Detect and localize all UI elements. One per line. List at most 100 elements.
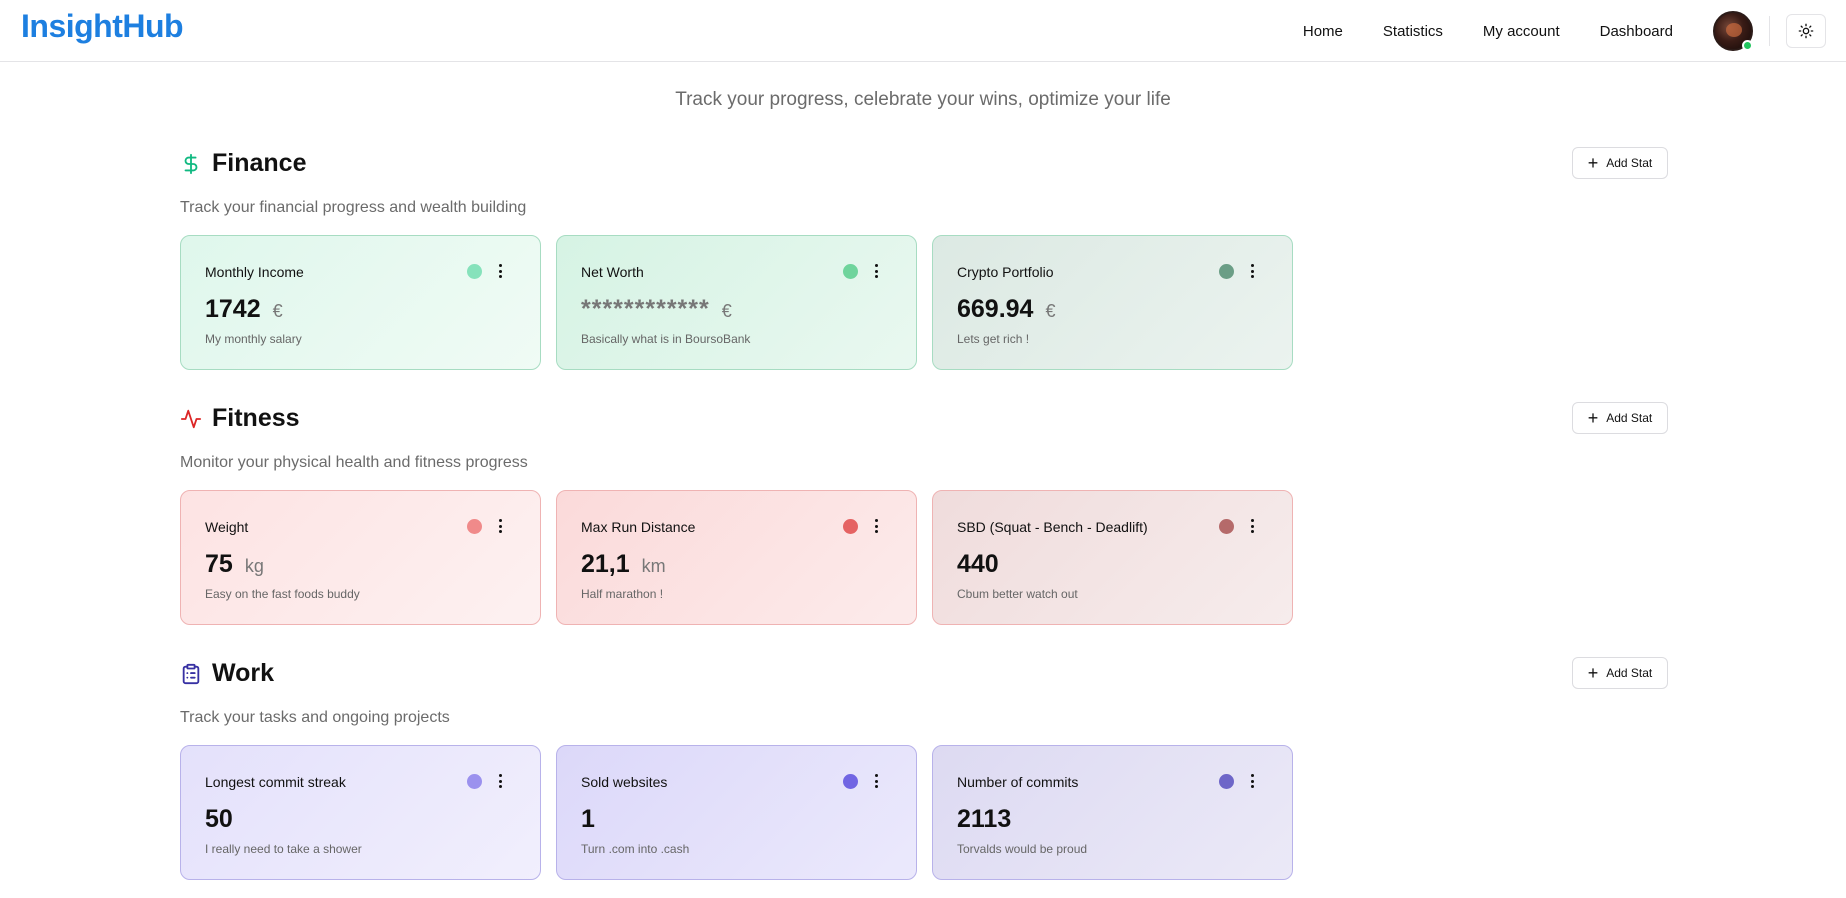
page-tagline: Track your progress, celebrate your wins… [675,89,1171,110]
section-title-work: Work [180,659,274,688]
add-stat-label: Add Stat [1606,156,1653,170]
stat-card-unit: € [1045,301,1056,321]
section-description: Track your tasks and ongoing projects [180,709,450,726]
stat-card-unit: € [721,301,732,321]
stat-card-description: Easy on the fast foods buddy [205,587,360,601]
stat-card-value-row: ************ € [581,295,732,324]
stat-card-value: 50 [205,805,233,833]
color-dot [843,519,858,534]
stat-card-title: Longest commit streak [205,774,346,790]
stat-card-value-row: 440 [957,550,999,579]
color-dot [467,264,482,279]
stat-card-title: Weight [205,519,249,535]
more-options-icon[interactable] [495,517,505,535]
main-nav: Home Statistics My account Dashboard [1303,0,1846,62]
stat-card-title: SBD (Squat - Bench - Deadlift) [957,519,1148,535]
online-status-dot [1742,40,1753,51]
stat-card-value-row: 2113 [957,805,1011,834]
dollar-icon [180,152,202,176]
stat-card-title: Sold websites [581,774,668,790]
stat-card[interactable]: Weight 75 kg Easy on the fast foods budd… [180,490,541,625]
more-options-icon[interactable] [871,517,881,535]
color-dot [1219,774,1234,789]
stat-card-value-row: 50 [205,805,233,834]
more-options-icon[interactable] [495,772,505,790]
add-stat-button-finance[interactable]: + Add Stat [1572,147,1668,179]
section-title-finance: Finance [180,149,306,178]
more-options-icon[interactable] [871,262,881,280]
section-heading: Finance [212,149,307,177]
sun-icon [1798,23,1814,39]
stat-card-description: Cbum better watch out [957,587,1078,601]
stat-card-value: 2113 [957,805,1012,833]
plus-icon: + [1587,408,1599,428]
stat-card-value-row: 21,1 km [581,550,666,579]
color-dot [843,774,858,789]
theme-toggle-button[interactable] [1786,14,1826,48]
plus-icon: + [1587,153,1599,173]
stat-card-description: Turn .com into .cash [581,842,690,856]
stat-card-value: ************ [581,295,710,323]
section-description: Monitor your physical health and fitness… [180,454,528,471]
more-options-icon[interactable] [871,772,881,790]
stat-card-description: My monthly salary [205,332,302,346]
stat-card[interactable]: Number of commits 2113 Torvalds would be… [932,745,1293,880]
stat-card-value: 1 [581,805,595,833]
stat-card-unit: kg [244,556,264,576]
stat-card[interactable]: Crypto Portfolio 669.94 € Lets get rich … [932,235,1293,370]
stat-card-unit: km [641,556,666,576]
more-options-icon[interactable] [1247,517,1257,535]
header-divider [1769,16,1770,46]
stat-card[interactable]: Max Run Distance 21,1 km Half marathon ! [556,490,917,625]
stat-card-description: Half marathon ! [581,587,664,601]
stat-card-value: 75 [205,550,233,578]
section-heading: Work [212,659,275,687]
stat-card-description: Torvalds would be proud [957,842,1088,856]
more-options-icon[interactable] [1247,772,1257,790]
nav-dashboard[interactable]: Dashboard [1600,23,1673,40]
user-avatar[interactable] [1713,11,1753,51]
add-stat-button-work[interactable]: + Add Stat [1572,657,1668,689]
avatar-image [1726,23,1742,37]
stat-card-title: Number of commits [957,774,1079,790]
color-dot [467,774,482,789]
section-description: Track your financial progress and wealth… [180,199,527,216]
nav-statistics[interactable]: Statistics [1383,23,1443,40]
activity-icon [180,407,202,431]
stat-card-value-row: 1742 € [205,295,283,324]
stat-card-value: 1742 [205,295,261,323]
color-dot [1219,519,1234,534]
stat-card-value: 21,1 [581,550,630,578]
color-dot [1219,264,1234,279]
stat-card-description: Lets get rich ! [957,332,1030,346]
stat-card-description: I really need to take a shower [205,842,362,856]
add-stat-label: Add Stat [1606,666,1653,680]
color-dot [843,264,858,279]
add-stat-label: Add Stat [1606,411,1653,425]
stat-card-value: 669.94 [957,295,1034,323]
stat-card-unit: € [272,301,283,321]
top-navbar: InsightHub Home Statistics My account Da… [0,0,1846,62]
stat-card[interactable]: SBD (Squat - Bench - Deadlift) 440 Cbum … [932,490,1293,625]
section-heading: Fitness [212,404,300,432]
stat-card-description: Basically what is in BoursoBank [581,332,751,346]
stat-card[interactable]: Monthly Income 1742 € My monthly salary [180,235,541,370]
stat-card-value: 440 [957,550,999,578]
color-dot [467,519,482,534]
stat-card-title: Crypto Portfolio [957,264,1054,280]
stat-card[interactable]: Sold websites 1 Turn .com into .cash [556,745,917,880]
add-stat-button-fitness[interactable]: + Add Stat [1572,402,1668,434]
more-options-icon[interactable] [1247,262,1257,280]
nav-my-account[interactable]: My account [1483,23,1560,40]
stat-card[interactable]: Longest commit streak 50 I really need t… [180,745,541,880]
app-logo[interactable]: InsightHub [21,8,184,45]
stat-card-value-row: 669.94 € [957,295,1055,324]
stat-card-title: Max Run Distance [581,519,696,535]
plus-icon: + [1587,663,1599,683]
stat-card-value-row: 1 [581,805,595,834]
more-options-icon[interactable] [495,262,505,280]
nav-home[interactable]: Home [1303,23,1343,40]
stat-card[interactable]: Net Worth ************ € Basically what … [556,235,917,370]
stat-card-title: Net Worth [581,264,644,280]
stat-card-title: Monthly Income [205,264,304,280]
